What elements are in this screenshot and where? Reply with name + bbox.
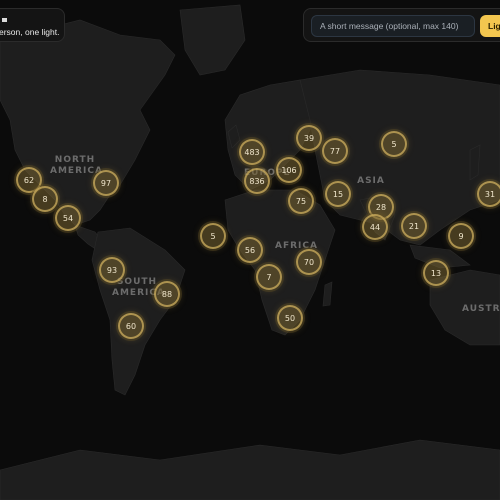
cluster-count: 5: [210, 231, 216, 241]
cluster-marker[interactable]: 77: [322, 138, 348, 164]
cluster-marker[interactable]: 9: [448, 223, 474, 249]
cluster-marker[interactable]: 97: [93, 170, 119, 196]
cluster-count: 39: [303, 133, 315, 143]
cluster-count: 50: [284, 313, 296, 323]
cluster-marker[interactable]: 5: [381, 131, 407, 157]
cluster-count: 93: [106, 265, 118, 275]
cluster-count: 62: [23, 175, 35, 185]
cluster-marker[interactable]: 50: [277, 305, 303, 331]
cluster-marker[interactable]: 13: [423, 260, 449, 286]
cluster-count: 97: [100, 178, 112, 188]
cluster-count: 60: [125, 321, 137, 331]
cluster-marker[interactable]: 39: [296, 125, 322, 151]
cluster-count: 70: [303, 257, 315, 267]
cluster-count: 13: [430, 268, 442, 278]
cluster-marker[interactable]: 21: [401, 213, 427, 239]
cluster-marker[interactable]: 483: [239, 139, 265, 165]
tagline-text: erson, one light.: [0, 27, 60, 37]
cluster-marker[interactable]: 7: [256, 264, 282, 290]
cluster-marker[interactable]: 8: [32, 186, 58, 212]
cluster-count: 56: [244, 245, 256, 255]
cluster-marker[interactable]: 44: [362, 214, 388, 240]
cluster-count: 8: [42, 194, 48, 204]
cluster-marker[interactable]: 836: [244, 168, 270, 194]
cluster-count: 44: [369, 222, 381, 232]
cluster-count: 5: [391, 139, 397, 149]
light-button[interactable]: Lig: [480, 15, 500, 37]
cluster-count: 54: [62, 213, 74, 223]
cluster-marker[interactable]: 5: [200, 223, 226, 249]
cluster-count: 77: [329, 146, 341, 156]
intro-panel: erson, one light.: [0, 8, 65, 42]
cluster-count: 9: [458, 231, 464, 241]
cluster-count: 28: [375, 202, 387, 212]
cluster-count: 88: [161, 289, 173, 299]
cluster-count: 15: [332, 189, 344, 199]
cluster-marker[interactable]: 70: [296, 249, 322, 275]
cluster-count: 75: [295, 196, 307, 206]
logo-fragment-icon: [2, 18, 7, 22]
cluster-marker[interactable]: 54: [55, 205, 81, 231]
cluster-marker[interactable]: 88: [154, 281, 180, 307]
cluster-marker[interactable]: 56: [237, 237, 263, 263]
cluster-count: 21: [408, 221, 420, 231]
cluster-marker[interactable]: 31: [477, 181, 500, 207]
message-panel: Lig: [303, 8, 500, 42]
cluster-count: 31: [484, 189, 496, 199]
cluster-marker[interactable]: 15: [325, 181, 351, 207]
cluster-count: 836: [249, 176, 265, 186]
cluster-count: 106: [281, 165, 297, 175]
cluster-marker[interactable]: 106: [276, 157, 302, 183]
cluster-count: 483: [244, 147, 260, 157]
message-input[interactable]: [311, 15, 475, 37]
cluster-marker[interactable]: 75: [288, 188, 314, 214]
cluster-count: 7: [266, 272, 272, 282]
cluster-marker[interactable]: 60: [118, 313, 144, 339]
cluster-marker[interactable]: 93: [99, 257, 125, 283]
